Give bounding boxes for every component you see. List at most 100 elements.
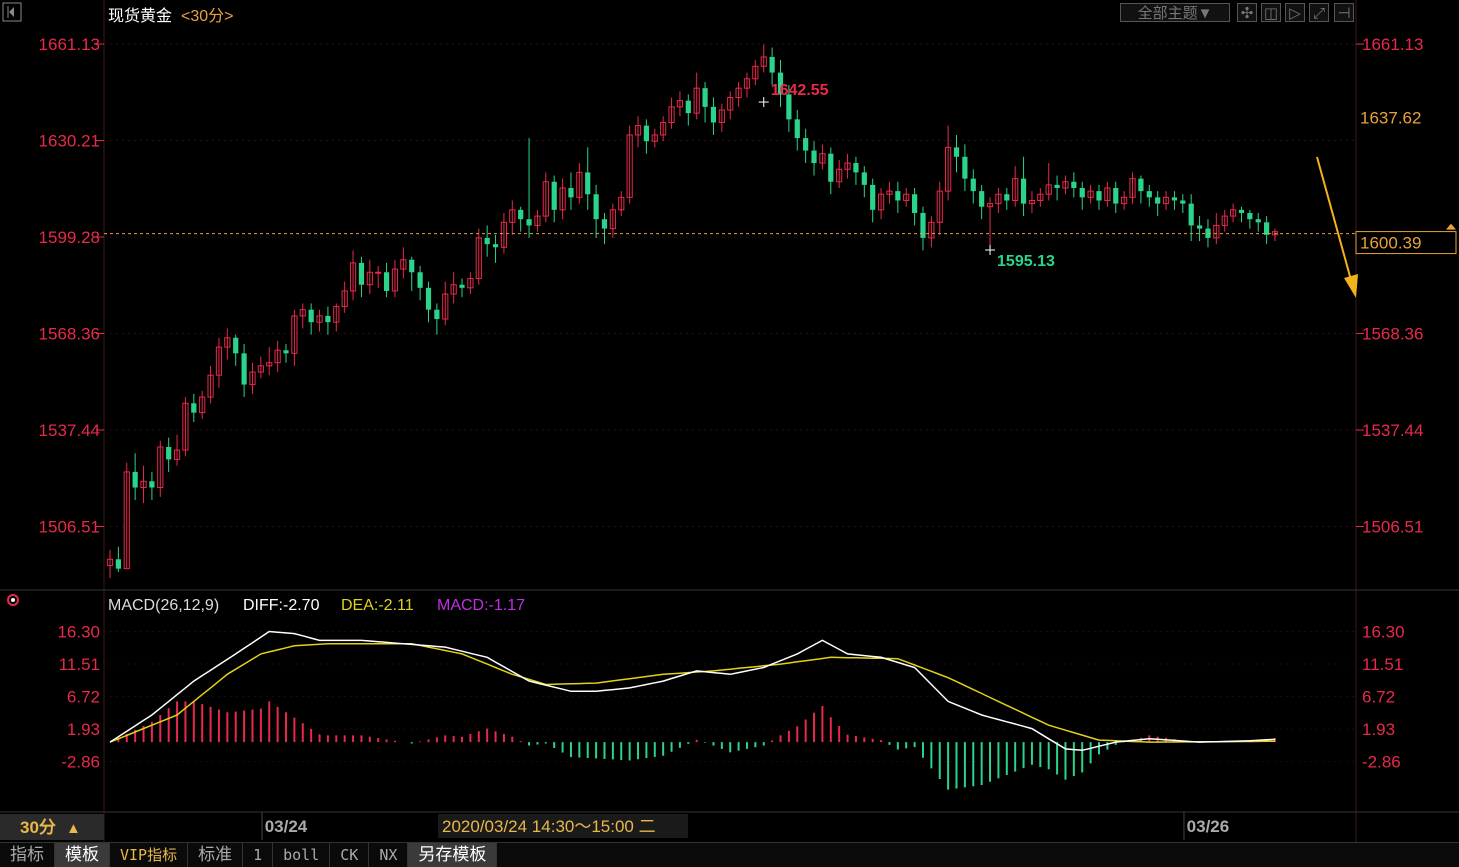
candle-body [970, 178, 976, 192]
period-tag: <30分> [181, 7, 234, 25]
theme-dropdown[interactable]: 全部主题▼ [1120, 3, 1230, 22]
candle-body [551, 181, 557, 210]
candle-body [593, 194, 599, 220]
price-tick-label-right: 1537.44 [1362, 421, 1423, 440]
tab-ck[interactable]: CK [330, 843, 370, 867]
macd-tick-label-right: 6.72 [1362, 688, 1395, 707]
collapse-right-icon[interactable]: ⊣ [1334, 3, 1354, 22]
fullscreen-icon[interactable]: ⤢ [1309, 3, 1329, 22]
candle-body [375, 271, 382, 274]
candle-body [895, 191, 901, 201]
candle-body [828, 153, 834, 182]
candle-body [794, 119, 800, 139]
macd-tick-label-right: -2.86 [1362, 753, 1401, 772]
period-selector[interactable]: 30分 ▲ [0, 814, 104, 840]
candle-body [383, 272, 390, 291]
price-tick-label: 1537.44 [39, 421, 100, 440]
candle-body [132, 471, 138, 488]
time-tick-label: 03/26 [1187, 817, 1230, 836]
candle-body [1238, 209, 1245, 213]
price-tick-label: 1661.13 [39, 35, 100, 54]
candle-body [241, 353, 247, 385]
candle-body [1171, 197, 1178, 201]
candle-body [920, 212, 926, 238]
macd-diff-label: DIFF:-2.70 [243, 597, 320, 614]
candle-body [1096, 191, 1102, 201]
candle-body [861, 172, 867, 185]
candle-body [1188, 203, 1194, 226]
macd-tick-label-right: 16.30 [1362, 623, 1405, 642]
candle-body [685, 100, 691, 114]
candle-body [702, 88, 708, 107]
macd-tick-label: 1.93 [67, 720, 100, 739]
candle-body [1113, 188, 1119, 204]
candle-body [283, 350, 289, 354]
candle-body [1138, 178, 1144, 192]
candle-body [425, 287, 432, 310]
tab-boll[interactable]: boll [273, 843, 331, 867]
candle-body [1079, 188, 1085, 198]
tab-vip-indicator[interactable]: VIP指标 [110, 843, 189, 867]
candle-body [870, 184, 876, 210]
time-tick-label: 03/24 [265, 817, 308, 836]
price-tick-label-right: 1506.51 [1362, 517, 1423, 536]
period-label: 30分 [20, 818, 56, 837]
candle-body [526, 219, 532, 226]
macd-tick-label: 6.72 [67, 688, 100, 707]
candle-body [1264, 222, 1270, 235]
split-view-icon[interactable]: ◫ [1261, 3, 1281, 22]
candle-body [492, 244, 499, 248]
candle-body [484, 237, 490, 245]
macd-tick-label: 16.30 [57, 623, 100, 642]
candle-body [115, 559, 121, 569]
candle-body [912, 194, 918, 213]
candle-body [1146, 191, 1152, 198]
candle-body [417, 272, 423, 288]
candle-body [325, 315, 331, 323]
tab-indicator[interactable]: 指标 [0, 843, 55, 867]
price-tick-label: 1630.21 [39, 132, 100, 151]
candle-body [1196, 225, 1203, 229]
tab-save-template[interactable]: 另存模板 [408, 843, 498, 867]
macd-title: MACD(26,12,9) [108, 597, 219, 614]
candle-body [811, 150, 817, 164]
macd-tick-label-right: 1.93 [1362, 720, 1395, 739]
chart-canvas[interactable]: 现货黄金 <30分> 1661.13 1630.21 1599.28 1568.36 1… [0, 0, 1459, 842]
price-axis-highlight-label: 1637.62 [1360, 108, 1421, 127]
candle-body [459, 284, 465, 288]
macd-tick-label-right: 11.51 [1362, 655, 1403, 674]
candle-body [1071, 181, 1077, 188]
play-icon[interactable]: ▷ [1285, 3, 1305, 22]
candle-body [149, 481, 155, 488]
price-tick-label: 1568.36 [39, 325, 100, 344]
candle-body [409, 259, 415, 273]
macd-value-label: MACD:-1.17 [437, 597, 525, 614]
macd-tick-label: 11.51 [59, 655, 100, 674]
tab-standard[interactable]: 标准 [188, 843, 244, 867]
instrument-title: 现货黄金 [108, 7, 172, 25]
candle-body [358, 262, 365, 285]
bottom-tab-bar: 指标 模板 VIP指标 标准 1 boll CK NX 另存模板 [0, 842, 1459, 867]
candle-body [601, 219, 608, 229]
macd-tick-label: -2.86 [61, 753, 100, 772]
price-tick-label-right: 1661.13 [1362, 35, 1423, 54]
candle-body [853, 163, 859, 173]
candle-body [166, 446, 172, 460]
candle-body [1020, 178, 1027, 204]
candle-body [643, 125, 650, 142]
cursor-time: 2020/03/24 14:30～15:00 二 [442, 817, 656, 836]
candle-body [803, 138, 809, 151]
tab-nx[interactable]: NX [369, 843, 409, 867]
current-price-label: 1600.39 [1360, 234, 1421, 253]
period-arrow-icon: ▲ [66, 820, 81, 837]
candle-body [1247, 212, 1253, 220]
tab-template[interactable]: 模板 [55, 843, 110, 867]
tab-1[interactable]: 1 [243, 843, 274, 867]
high-value-label: 1642.55 [771, 82, 829, 99]
candle-body [710, 106, 717, 123]
candle-body [1054, 184, 1060, 188]
crosshair-icon[interactable]: ✣ [1237, 3, 1257, 22]
candle-body [962, 156, 968, 179]
price-tick-label-right: 1568.36 [1362, 325, 1423, 344]
price-tick-label: 1506.51 [39, 517, 100, 536]
